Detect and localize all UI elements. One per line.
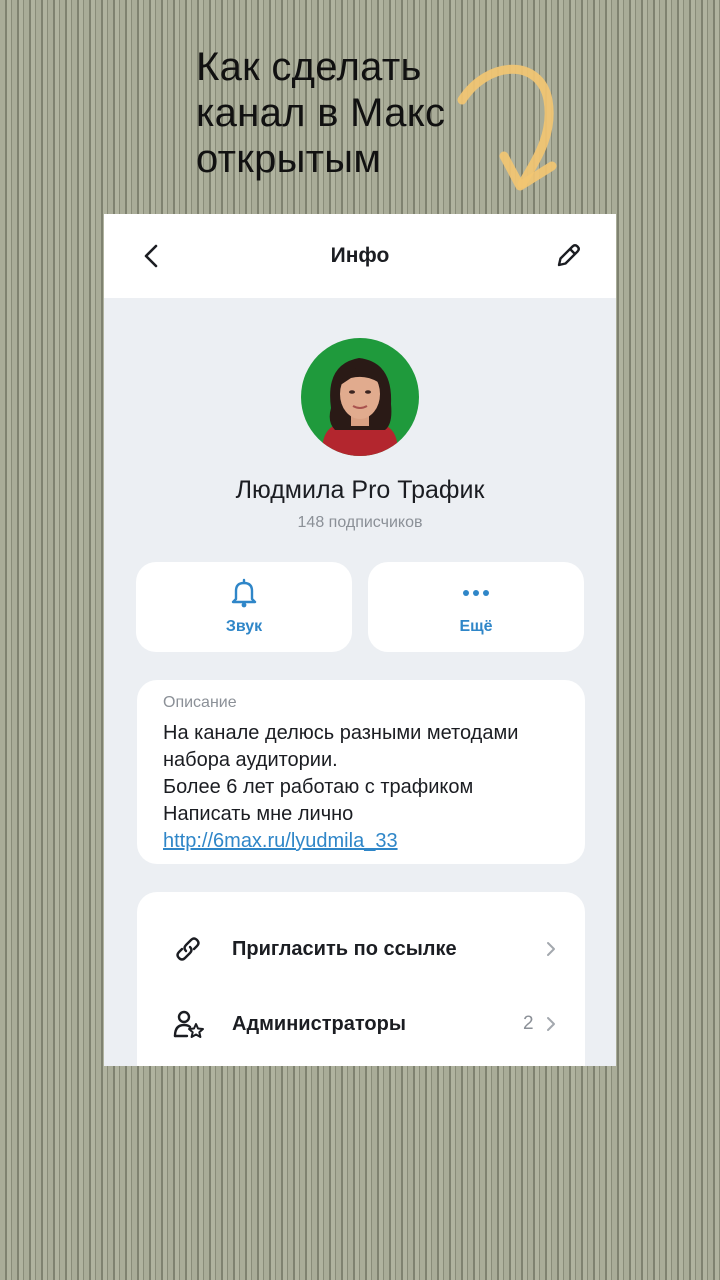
administrators-label: Администраторы [232, 1013, 406, 1035]
description-line: набора аудитории. [163, 749, 338, 771]
description-link[interactable]: http://6max.ru/lyudmila_33 [163, 830, 398, 853]
sound-button-label: Звук [225, 618, 263, 635]
sound-button[interactable]: Звук [136, 562, 352, 652]
curved-arrow-icon [457, 64, 557, 191]
top-bar: Инфо [104, 214, 616, 298]
description-line: Более 6 лет работаю с трафиком [163, 776, 474, 798]
more-dots-icon [463, 590, 489, 596]
description-line: Написать мне лично [163, 803, 354, 825]
more-button[interactable]: Ещё [368, 562, 584, 652]
channel-info-screen: Инфо Людмила Pro Трафик 148 подписчиков [104, 214, 616, 1066]
description-card: Описание На канале делюсь разными метода… [137, 680, 585, 864]
chevron-right-icon [547, 942, 555, 956]
avatar-photo [301, 338, 419, 456]
chevron-left-icon[interactable] [138, 242, 164, 270]
bell-icon [231, 578, 257, 608]
channel-name: Людмила Pro Трафик [235, 476, 485, 504]
administrators-count: 2 [523, 1013, 534, 1034]
administrators-row[interactable]: Администраторы 2 [137, 987, 585, 1061]
avatar[interactable] [301, 338, 419, 456]
headline-text: Как сделать канал в Макс открытым [196, 45, 446, 181]
description-label: Описание [163, 694, 237, 711]
description-line: На канале делюсь разными методами [163, 722, 519, 744]
page-title: Инфо [330, 244, 390, 267]
chevron-right-icon [547, 1017, 555, 1031]
pencil-icon[interactable] [554, 242, 582, 270]
admins-icon [173, 1010, 204, 1038]
channel-menu-card: Пригласить по ссылке Администраторы 2 [137, 892, 585, 1066]
invite-link-row[interactable]: Пригласить по ссылке [137, 912, 585, 986]
invite-link-label: Пригласить по ссылке [232, 938, 457, 960]
subscriber-count: 148 подписчиков [297, 514, 423, 531]
more-button-label: Ещё [459, 618, 493, 635]
link-icon [176, 937, 200, 961]
